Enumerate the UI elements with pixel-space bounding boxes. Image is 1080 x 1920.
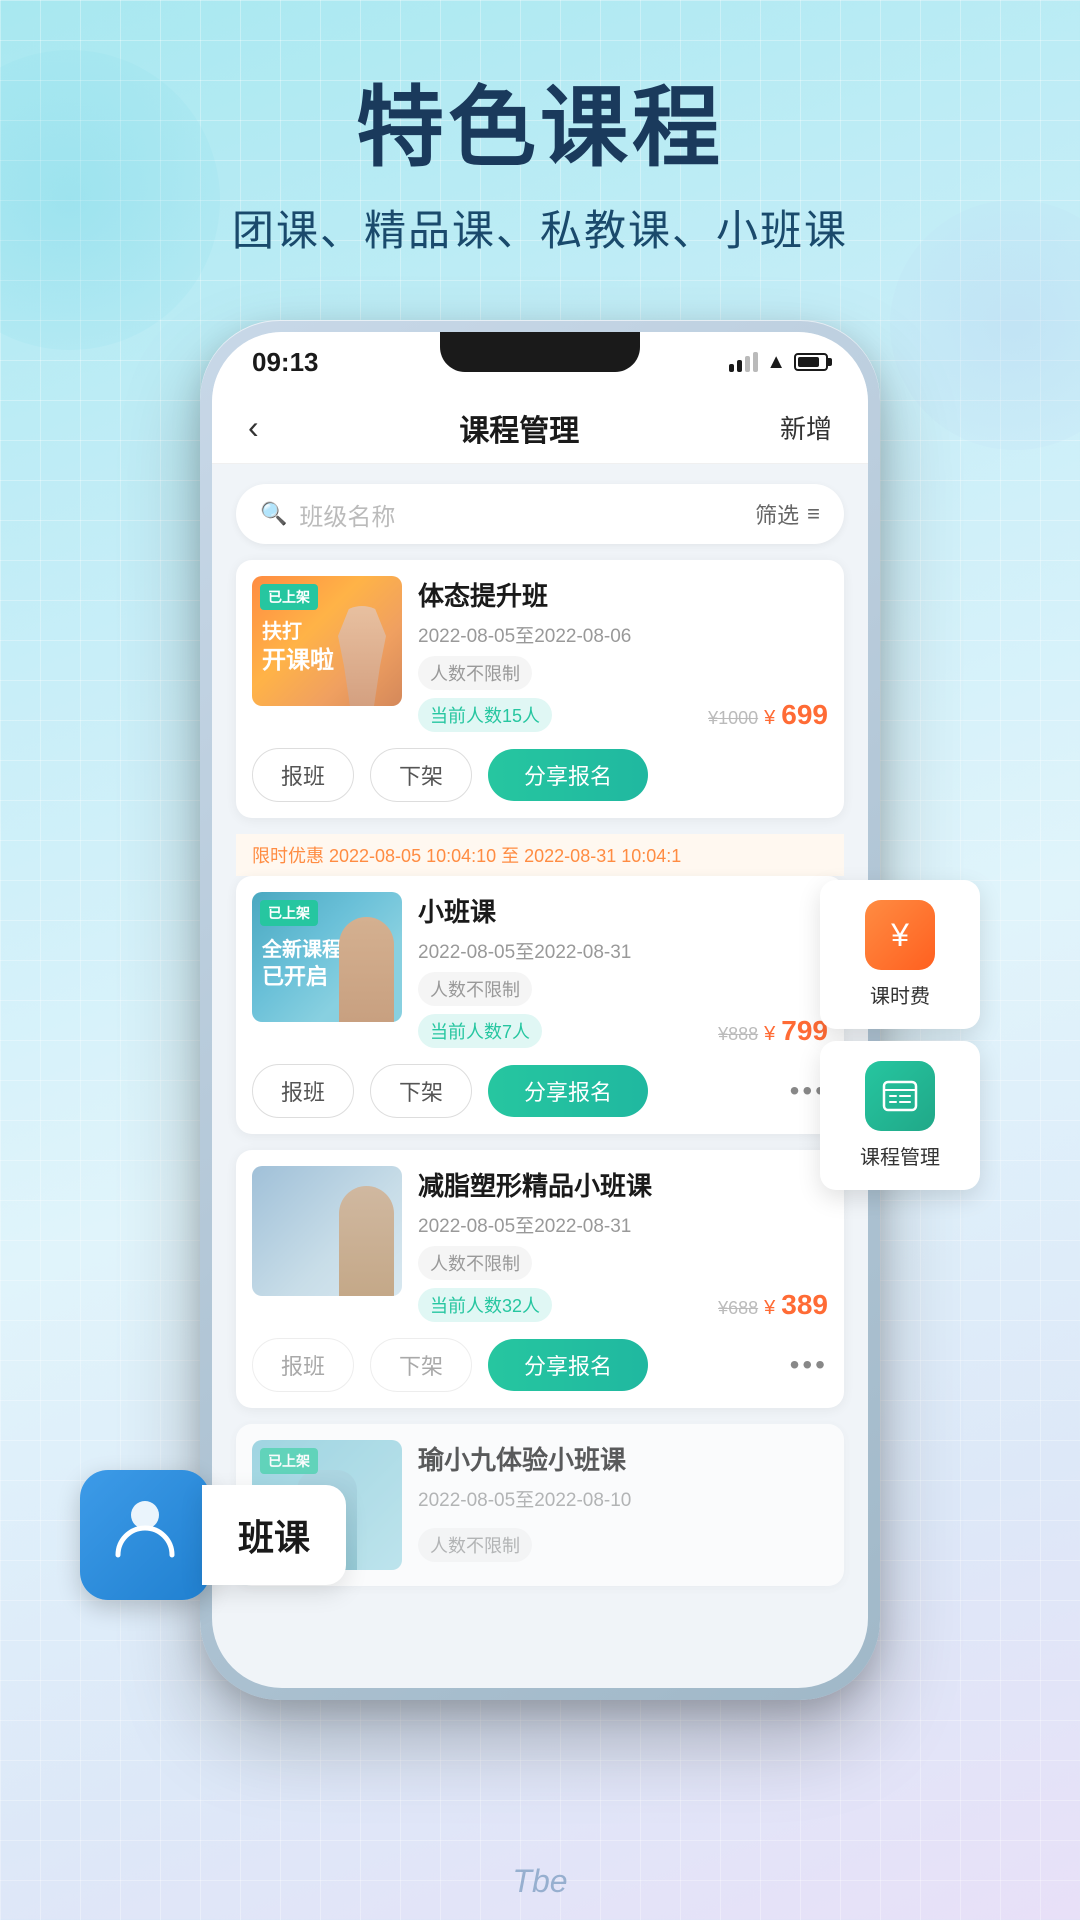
lesson-fee-label: 课时费	[836, 980, 964, 1009]
search-bar[interactable]: 🔍 班级名称 筛选 ≡	[236, 484, 844, 544]
no-limit-badge-1: 人数不限制	[418, 656, 532, 690]
float-card-lesson-fee[interactable]: ¥ 课时费	[820, 880, 980, 1029]
card-bottom-1: 人数不限制	[418, 656, 828, 690]
price-current-3: 389	[781, 1289, 828, 1321]
card-info-1: 体态提升班 2022-08-05至2022-08-06 人数不限制 当前人数15…	[418, 576, 828, 732]
search-input[interactable]: 班级名称	[299, 497, 755, 532]
card-info-4: 瑜小九体验小班课 2022-08-05至2022-08-10 人数不限制	[418, 1440, 828, 1570]
class-label: 班课	[202, 1485, 346, 1585]
header-title: 特色课程	[0, 80, 1080, 177]
card-main-1: 已上架 扶打 开课啦 体态提升班 2022-08-05至2022-08-06	[236, 560, 844, 748]
share-button-1[interactable]: 分享报名	[488, 749, 648, 801]
filter-label[interactable]: 筛选	[755, 498, 799, 530]
person-icon	[110, 1493, 180, 1577]
avatar-button[interactable]	[80, 1470, 210, 1600]
float-card-course-mgmt[interactable]: 课程管理	[820, 1041, 980, 1190]
course-card-3: 减脂塑形精品小班课 2022-08-05至2022-08-31 人数不限制 当前…	[236, 1150, 844, 1408]
course-date-3: 2022-08-05至2022-08-31	[418, 1211, 828, 1238]
card-main-2: 已上架 全新课程 已开启 小班课 2022-08-05至2022-08-31	[236, 876, 844, 1064]
card-info-2: 小班课 2022-08-05至2022-08-31 人数不限制 当前人数7人 ¥…	[418, 892, 828, 1048]
course-date-2: 2022-08-05至2022-08-31	[418, 937, 828, 964]
shelve-button-1[interactable]: 下架	[370, 748, 472, 802]
filter-icon[interactable]: ≡	[807, 501, 820, 527]
battery-icon	[794, 353, 828, 371]
share-button-2[interactable]: 分享报名	[488, 1065, 648, 1117]
course-image-1: 已上架 扶打 开课啦	[252, 576, 402, 706]
course-card-2: 已上架 全新课程 已开启 小班课 2022-08-05至2022-08-31	[236, 876, 844, 1134]
more-button-3[interactable]: •••	[790, 1349, 828, 1381]
price-original-3: ¥688	[718, 1298, 758, 1319]
course-card-1: 已上架 扶打 开课啦 体态提升班 2022-08-05至2022-08-06	[236, 560, 844, 818]
back-button[interactable]: ‹	[248, 409, 259, 446]
card-bottom-3: 人数不限制	[418, 1246, 828, 1280]
enroll-button-1[interactable]: 报班	[252, 748, 354, 802]
card-actions-3: 报班 下架 分享报名 •••	[236, 1338, 844, 1408]
course-title-4: 瑜小九体验小班课	[418, 1440, 828, 1477]
status-icons: ▲	[729, 351, 828, 374]
wifi-icon: ▲	[766, 351, 786, 374]
status-bar: 09:13 ▲	[212, 332, 868, 392]
course-title-1: 体态提升班	[418, 576, 828, 613]
course-image-3	[252, 1166, 402, 1296]
app-bar: ‹ 课程管理 新增	[212, 392, 868, 464]
status-badge-1: 已上架	[260, 584, 318, 610]
price-original-2: ¥888	[718, 1024, 758, 1045]
no-limit-badge-3: 人数不限制	[418, 1246, 532, 1280]
lesson-fee-icon: ¥	[865, 900, 935, 970]
course-image-2: 已上架 全新课程 已开启	[252, 892, 402, 1022]
price-symbol-2: ¥	[764, 1023, 775, 1046]
attendee-badge-3: 当前人数32人	[418, 1288, 552, 1322]
price-row-3: ¥688 ¥ 389	[718, 1289, 828, 1321]
share-button-3[interactable]: 分享报名	[488, 1339, 648, 1391]
card-bottom-2: 人数不限制	[418, 972, 828, 1006]
header-section: 特色课程 团课、精品课、私教课、小班课	[0, 0, 1080, 258]
price-row-1: ¥1000 ¥ 699	[708, 699, 828, 731]
signal-icon	[729, 352, 758, 372]
course-title-3: 减脂塑形精品小班课	[418, 1166, 828, 1203]
no-limit-badge-4: 人数不限制	[418, 1528, 532, 1562]
price-original-1: ¥1000	[708, 708, 758, 729]
tbe-watermark: Tbe	[512, 1863, 567, 1900]
floating-menu: ¥ 课时费 课程管理	[820, 880, 980, 1202]
enroll-button-2[interactable]: 报班	[252, 1064, 354, 1118]
promo-bar-2: 限时优惠 2022-08-05 10:04:10 至 2022-08-31 10…	[236, 834, 844, 876]
card-main-3: 减脂塑形精品小班课 2022-08-05至2022-08-31 人数不限制 当前…	[236, 1150, 844, 1338]
course-date-4: 2022-08-05至2022-08-10	[418, 1485, 828, 1512]
no-limit-badge-2: 人数不限制	[418, 972, 532, 1006]
price-symbol-3: ¥	[764, 1297, 775, 1320]
card-actions-2: 报班 下架 分享报名 •••	[236, 1064, 844, 1134]
status-badge-2: 已上架	[260, 900, 318, 926]
course-date-1: 2022-08-05至2022-08-06	[418, 621, 828, 648]
phone-mockup: 09:13 ▲ ‹	[200, 320, 880, 1700]
price-row-2: ¥888 ¥ 799	[718, 1015, 828, 1047]
notch	[440, 332, 640, 372]
search-icon: 🔍	[260, 501, 287, 527]
attendee-badge-2: 当前人数7人	[418, 1014, 542, 1048]
course-title-2: 小班课	[418, 892, 828, 929]
course-mgmt-icon	[865, 1061, 935, 1131]
status-time: 09:13	[252, 347, 319, 378]
shelve-button-3[interactable]: 下架	[370, 1338, 472, 1392]
bottom-float-class[interactable]: 班课	[80, 1470, 346, 1600]
header-subtitle: 团课、精品课、私教课、小班课	[0, 197, 1080, 258]
attendee-badge-1: 当前人数15人	[418, 698, 552, 732]
page-title: 课程管理	[459, 406, 579, 450]
enroll-button-3[interactable]: 报班	[252, 1338, 354, 1392]
course-mgmt-label: 课程管理	[836, 1141, 964, 1170]
price-current-1: 699	[781, 699, 828, 731]
shelve-button-2[interactable]: 下架	[370, 1064, 472, 1118]
price-symbol-1: ¥	[764, 707, 775, 730]
card-actions-1: 报班 下架 分享报名	[236, 748, 844, 818]
new-course-button[interactable]: 新增	[780, 409, 832, 446]
card-info-3: 减脂塑形精品小班课 2022-08-05至2022-08-31 人数不限制 当前…	[418, 1166, 828, 1322]
